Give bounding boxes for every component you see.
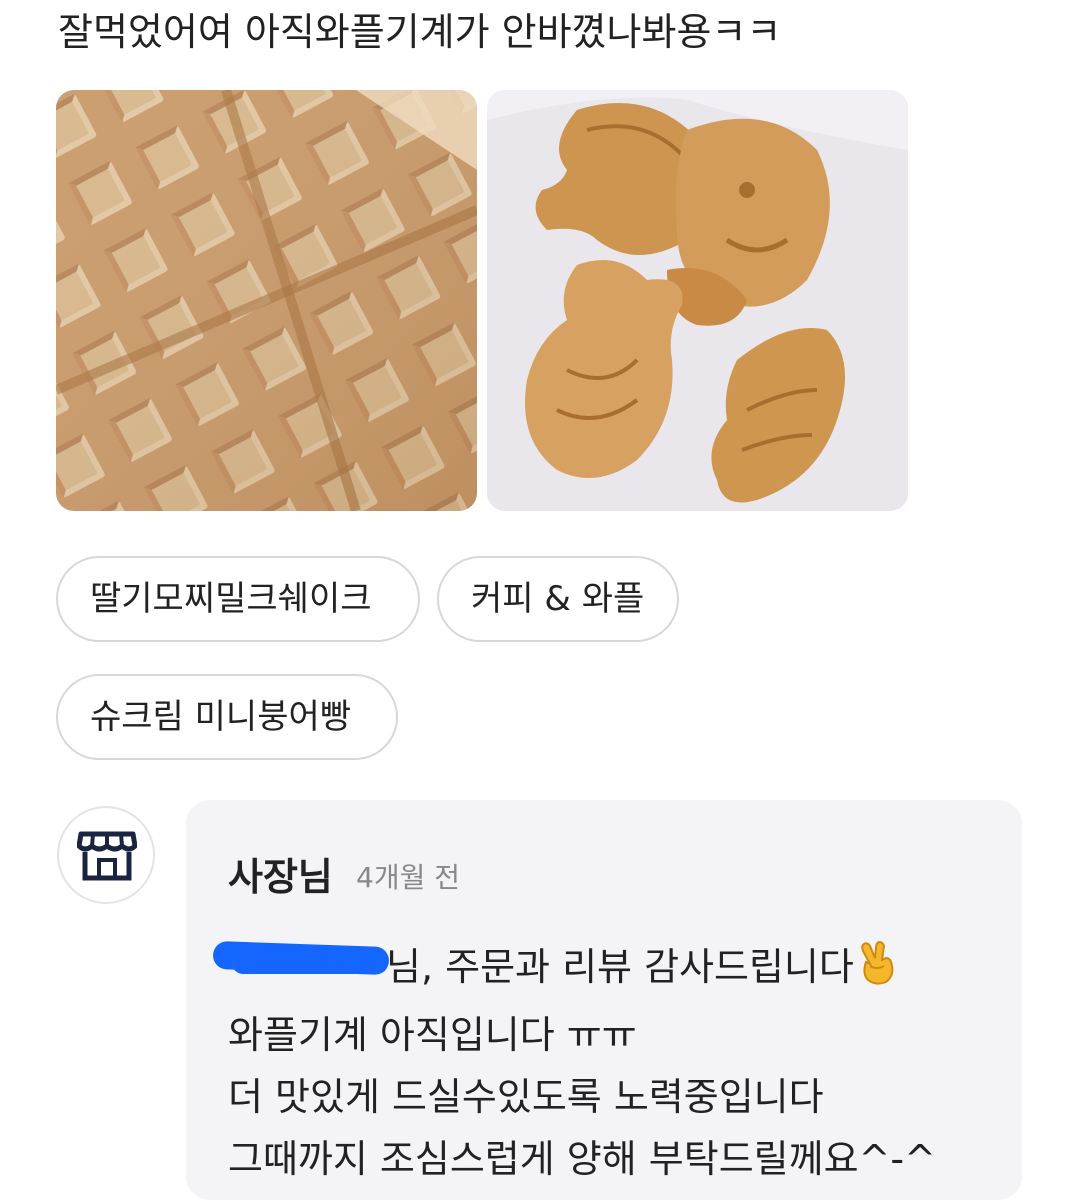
reply-line-2: 와플기계 아직입니다 ㅠㅠ bbox=[228, 1013, 637, 1057]
waffle-photo[interactable] bbox=[56, 90, 477, 511]
menu-tag-strawberry-shake[interactable]: 딸기모찌밀크쉐이크 bbox=[56, 556, 420, 642]
owner-avatar bbox=[57, 806, 155, 904]
reply-line-3: 더 맛있게 드실수있도록 노력중입니다 bbox=[228, 1075, 824, 1119]
menu-tag-mini-bungeoppang[interactable]: 슈크림 미니붕어빵 bbox=[56, 674, 398, 760]
waffle-image bbox=[56, 90, 477, 511]
crossed-fingers-icon bbox=[858, 940, 896, 1004]
menu-tag-coffee-waffle[interactable]: 커피 & 와플 bbox=[437, 556, 679, 642]
bungeoppang-photo[interactable] bbox=[487, 90, 908, 511]
redaction-mark-fill bbox=[232, 952, 388, 974]
reply-time: 4개월 전 bbox=[356, 861, 460, 894]
reply-line-1: 님, 주문과 리뷰 감사드립니다 bbox=[386, 936, 896, 1004]
reply-line-1-text: 님, 주문과 리뷰 감사드립니다 bbox=[386, 945, 854, 989]
reply-line-4: 그때까지 조심스럽게 양해 부탁드릴께요^-^ bbox=[228, 1137, 936, 1181]
bungeoppang-image bbox=[487, 90, 908, 511]
owner-name: 사장님 bbox=[228, 855, 333, 899]
review-text: 잘먹었어여 아직와플기계가 안바꼈나봐용ㅋㅋ bbox=[58, 10, 782, 54]
store-icon bbox=[77, 831, 137, 881]
